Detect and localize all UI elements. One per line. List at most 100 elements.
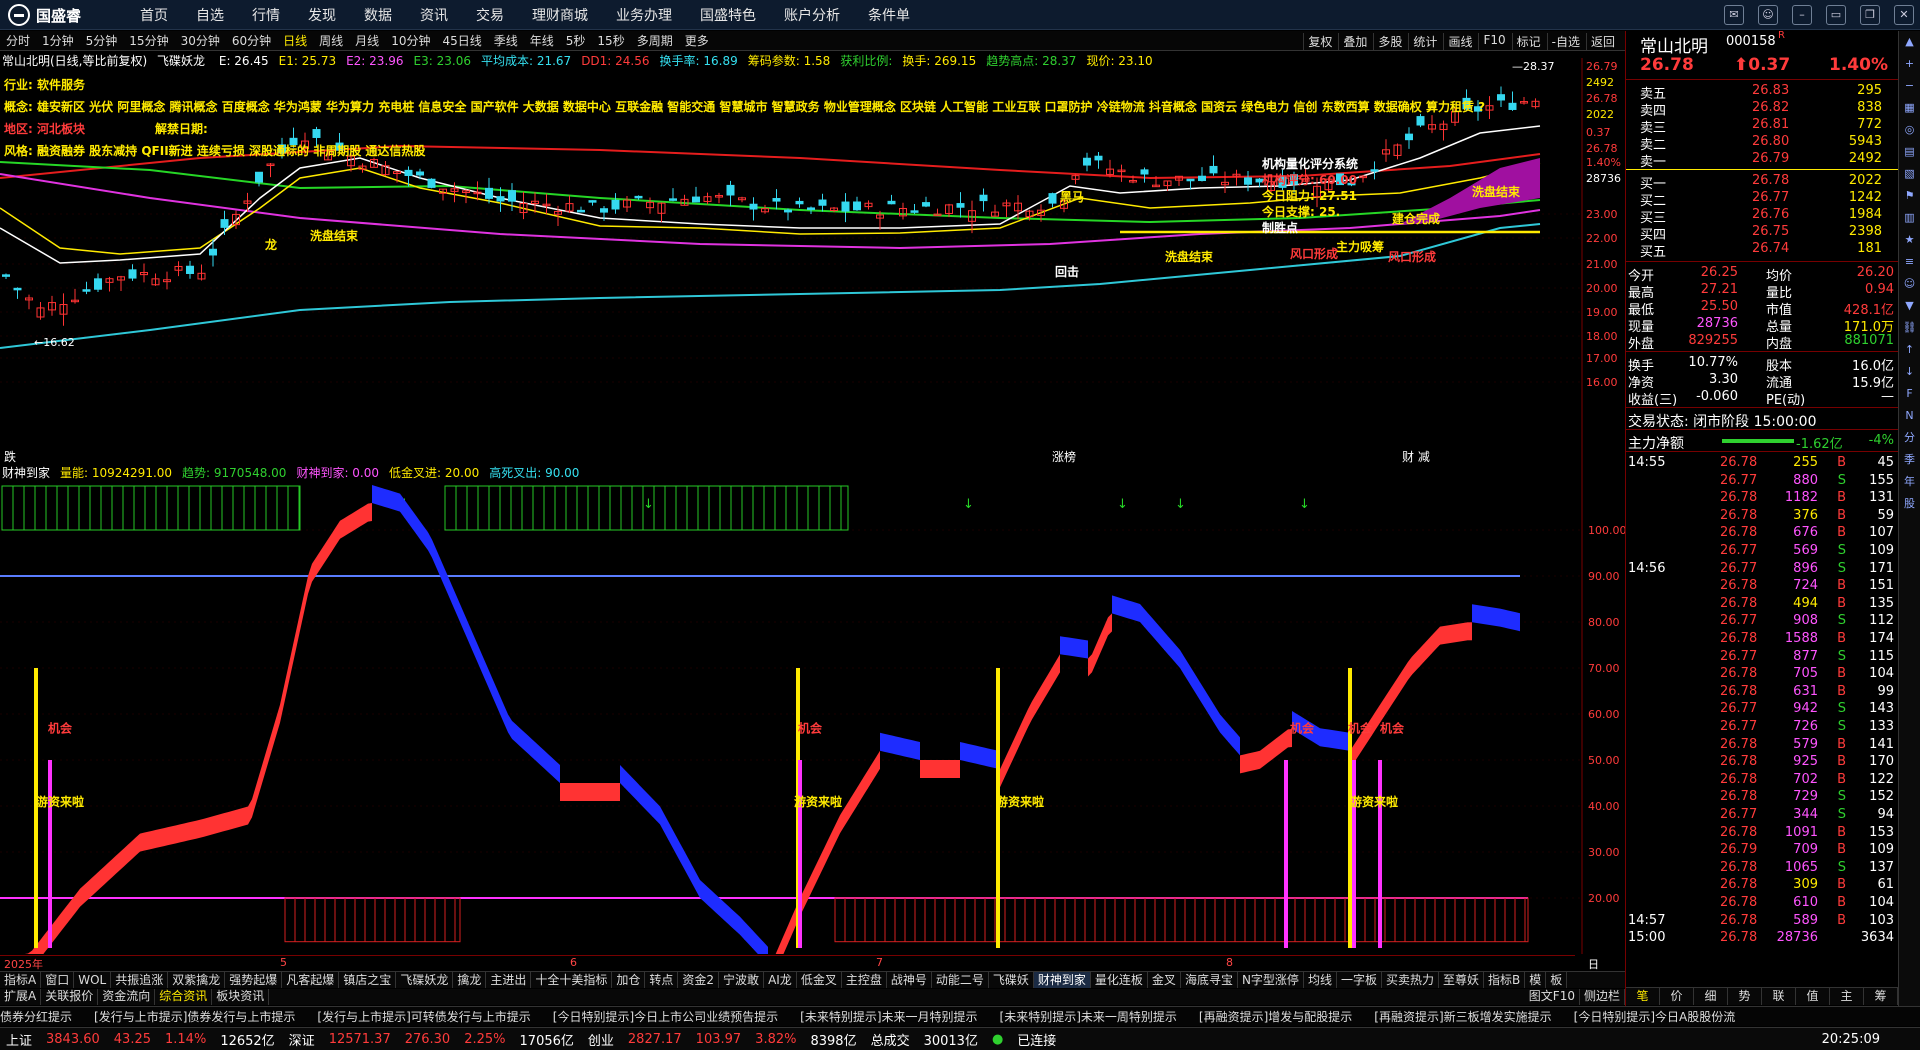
indicator-tab[interactable]: 飞碟妖 xyxy=(989,972,1034,988)
indicator-tab[interactable]: 量化连板 xyxy=(1091,972,1148,988)
toolbar-button[interactable]: 多股 xyxy=(1373,33,1406,50)
ticker-item[interactable]: [再融资提示]新三板增发实施提示 xyxy=(1374,1008,1551,1025)
indicator-tab[interactable]: 宁波敢 xyxy=(719,972,765,988)
quote-tab[interactable]: 价 xyxy=(1660,988,1694,1005)
ticker-item[interactable]: [今日特别提示]今日A股股份流 xyxy=(1574,1008,1736,1025)
toolbar-button[interactable]: 叠加 xyxy=(1338,33,1371,50)
quote-tab[interactable]: 势 xyxy=(1728,988,1762,1005)
indicator-tab[interactable]: 海底寻宝 xyxy=(1181,972,1238,988)
period-tab[interactable]: 季线 xyxy=(488,32,524,49)
period-tab[interactable]: 月线 xyxy=(349,32,385,49)
toolbar-button[interactable]: 统计 xyxy=(1408,33,1441,50)
extension-tab[interactable]: 综合资讯 xyxy=(155,989,213,1005)
period-tab[interactable]: 60分钟 xyxy=(226,32,277,49)
indicator-tab[interactable]: 转点 xyxy=(645,972,679,988)
menu-item[interactable]: 国盛特色 xyxy=(700,5,756,25)
period-tab[interactable]: 周线 xyxy=(313,32,349,49)
toolbar-button[interactable]: 复权 xyxy=(1303,33,1336,50)
minimize-icon[interactable]: – xyxy=(1792,5,1812,25)
order-price[interactable]: 26.75 xyxy=(1752,224,1789,239)
flag-icon[interactable]: ⚑ xyxy=(1899,185,1920,207)
list-icon[interactable]: ≡ xyxy=(1899,251,1920,273)
quote-tab[interactable]: 值 xyxy=(1796,988,1830,1005)
ticker-item[interactable]: [今日特别提示]今日上市公司业绩预告提示 xyxy=(553,1008,778,1025)
menu-item[interactable]: 资讯 xyxy=(420,5,448,25)
period-tab[interactable]: 年线 xyxy=(524,32,560,49)
indicator-chart[interactable]: 100.00 90.00 80.00 70.00 60.00 50.00 40.00 30.0… xyxy=(0,478,1625,954)
message-icon[interactable]: ✉ xyxy=(1724,5,1744,25)
menu-item[interactable]: 交易 xyxy=(476,5,504,25)
side-shortcut[interactable]: F xyxy=(1899,383,1920,405)
period-tab[interactable]: 15秒 xyxy=(591,32,630,49)
indicator-tab[interactable]: 战神号 xyxy=(887,972,932,988)
indicator-tab[interactable]: 强势起爆 xyxy=(225,972,283,988)
indicator-tab[interactable]: 动能二号 xyxy=(932,972,989,988)
up-icon[interactable]: ↑ xyxy=(1899,339,1920,361)
ticker-item[interactable]: [发行与上市提示]可转债发行与上市提示 xyxy=(317,1008,530,1025)
order-price[interactable]: 26.74 xyxy=(1752,241,1789,256)
indicator-tab[interactable]: 十全十美指标 xyxy=(531,972,613,988)
extension-tab[interactable]: 资金流向 xyxy=(98,989,156,1005)
extension-tab[interactable]: 板块资讯 xyxy=(212,989,270,1005)
plus-icon[interactable]: + xyxy=(1899,53,1920,75)
user-icon[interactable]: ☺ xyxy=(1899,273,1920,295)
ticker-item[interactable]: [未来特别提示]未来一周特别提示 xyxy=(1000,1008,1177,1025)
down-icon[interactable]: ↓ xyxy=(1899,361,1920,383)
indicator-tab[interactable]: 主控盘 xyxy=(842,972,887,988)
maximize-icon[interactable]: ▭ xyxy=(1826,5,1846,25)
indicator-tab[interactable]: 财神到家 xyxy=(1033,972,1091,988)
indicator-tab[interactable]: 指标B xyxy=(1484,972,1526,988)
indicator-tab[interactable]: 一字板 xyxy=(1337,972,1382,988)
indicator-tab[interactable]: 主进出 xyxy=(486,972,532,988)
indicator-tab[interactable]: 擒龙 xyxy=(453,972,487,988)
down-arrow-icon[interactable]: ▼ xyxy=(1899,295,1920,317)
ticker-item[interactable]: [未来特别提示]未来一月特别提示 xyxy=(800,1008,977,1025)
order-price[interactable]: 26.81 xyxy=(1752,117,1789,132)
restore-icon[interactable]: ❐ xyxy=(1860,5,1880,25)
star-icon[interactable]: ★ xyxy=(1899,229,1920,251)
side-shortcut[interactable]: 季 xyxy=(1899,449,1920,471)
indicator-tab[interactable]: 指标A xyxy=(0,972,42,988)
link-icon[interactable]: ⛓ xyxy=(1899,317,1920,339)
order-price[interactable]: 26.83 xyxy=(1752,83,1789,98)
menu-item[interactable]: 发现 xyxy=(308,5,336,25)
compass-icon[interactable]: ◎ xyxy=(1899,119,1920,141)
indicator-tab[interactable]: 加仓 xyxy=(612,972,646,988)
quote-tab[interactable]: 筹 xyxy=(1864,988,1898,1005)
layers-icon[interactable]: ▧ xyxy=(1899,163,1920,185)
quote-tab[interactable]: 细 xyxy=(1694,988,1728,1005)
indicator-tab[interactable]: 至尊妖 xyxy=(1439,972,1484,988)
indicator-tab[interactable]: 均线 xyxy=(1304,972,1337,988)
quote-tab[interactable]: 笔 xyxy=(1626,988,1660,1005)
quote-tab[interactable]: 联 xyxy=(1762,988,1796,1005)
quote-tab[interactable]: 主 xyxy=(1830,988,1864,1005)
indicator-tab[interactable]: 双紫擒龙 xyxy=(168,972,226,988)
indicator-tab[interactable]: WOL xyxy=(74,972,112,988)
menu-item[interactable]: 条件单 xyxy=(868,5,910,25)
close-icon[interactable]: ✕ xyxy=(1894,5,1914,25)
period-tab[interactable]: 日线 xyxy=(277,32,313,49)
indicator-tab[interactable]: AI龙 xyxy=(764,972,797,988)
indicator-tab[interactable]: 凡客起爆 xyxy=(282,972,340,988)
menu-item[interactable]: 自选 xyxy=(196,5,224,25)
ticker-item[interactable]: 债券分红提示 xyxy=(0,1008,72,1025)
user-icon[interactable]: ☺ xyxy=(1758,5,1778,25)
order-price[interactable]: 26.82 xyxy=(1752,100,1789,115)
indicator-tab[interactable]: 窗口 xyxy=(41,972,75,988)
period-tab[interactable]: 15分钟 xyxy=(123,32,174,49)
menu-item[interactable]: 数据 xyxy=(364,5,392,25)
indicator-tab[interactable]: 镇店之宝 xyxy=(339,972,397,988)
side-shortcut[interactable]: 分 xyxy=(1899,427,1920,449)
indicator-tab[interactable]: 资金2 xyxy=(678,972,720,988)
extension-tab[interactable]: 侧边栏 xyxy=(1580,989,1625,1005)
extension-tab[interactable]: 扩展A xyxy=(0,989,42,1005)
toolbar-button[interactable]: F10 xyxy=(1478,33,1509,50)
toolbar-button[interactable]: -自选 xyxy=(1546,33,1584,50)
bar-icon[interactable]: ▥ xyxy=(1899,207,1920,229)
side-shortcut[interactable]: N xyxy=(1899,405,1920,427)
up-arrow-icon[interactable]: ▲ xyxy=(1899,31,1920,53)
period-tab[interactable]: 1分钟 xyxy=(36,32,80,49)
indicator-tab[interactable]: 金叉 xyxy=(1148,972,1181,988)
indicator-tab[interactable]: 买卖热力 xyxy=(1382,972,1439,988)
indicator-tab[interactable]: 低金叉 xyxy=(797,972,842,988)
